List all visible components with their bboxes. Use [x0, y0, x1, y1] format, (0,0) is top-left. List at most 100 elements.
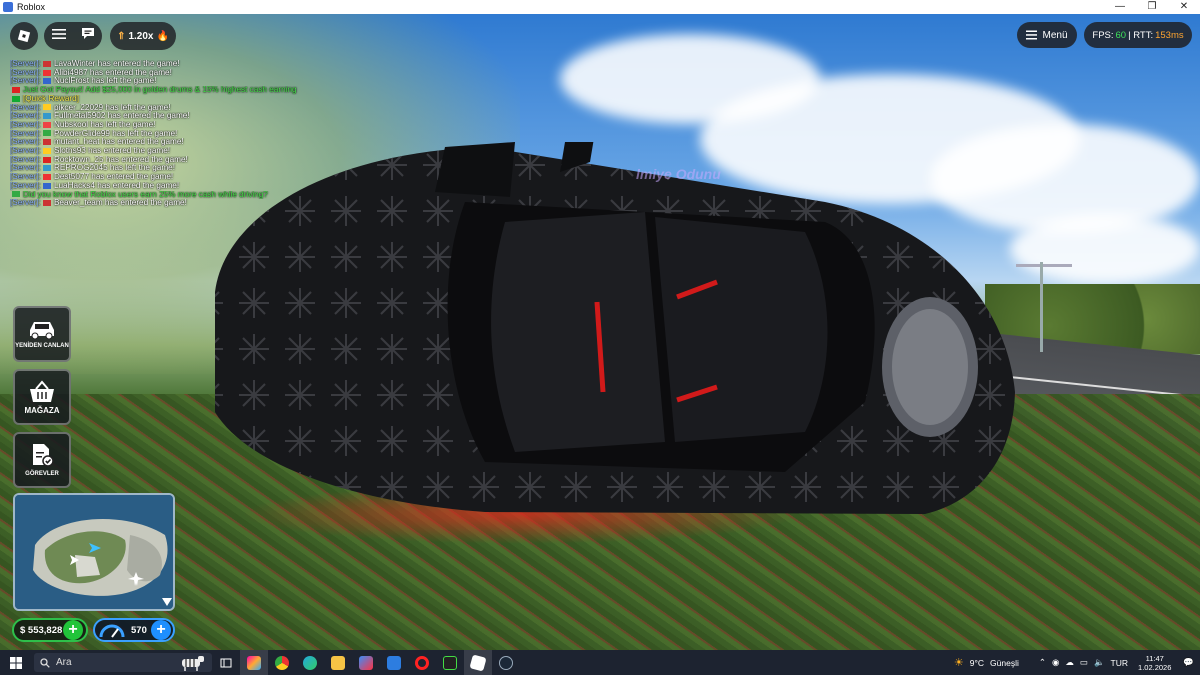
- chat-message: [Server]: Alibi4987 has entered the game!: [10, 69, 300, 78]
- country-flag-icon: [12, 95, 20, 102]
- folder-icon: [331, 655, 345, 670]
- taskbar-search[interactable]: Ara: [34, 653, 212, 672]
- chat-message-text: NuclFrost has left the game!: [53, 77, 157, 86]
- add-money-button[interactable]: +: [63, 620, 83, 640]
- shop-button[interactable]: MAĞAZA: [13, 369, 71, 425]
- chrome-icon: [275, 655, 289, 670]
- missions-label: GÖREVLER: [25, 471, 59, 477]
- task-view-button[interactable]: [212, 650, 240, 675]
- volume-icon[interactable]: 🔈: [1094, 657, 1105, 668]
- money-value: $ 553,828: [20, 624, 63, 636]
- boost-multiplier-badge[interactable]: ⇑ 1.20x 🔥: [110, 22, 176, 50]
- minimize-button[interactable]: —: [1104, 0, 1136, 14]
- network-icon[interactable]: ◉: [1052, 657, 1059, 668]
- shopping-basket-icon: [30, 380, 54, 402]
- taskbar-app-terminal[interactable]: [436, 650, 464, 675]
- chevron-up-icon[interactable]: ⌃: [1039, 657, 1046, 668]
- chat-message-text: LuaHacks4 has entered the game!: [53, 181, 180, 190]
- country-flag-icon: [42, 130, 51, 137]
- chat-message-text: Nubskool has left the game!: [53, 120, 156, 129]
- world-sign-text: lmiye Odunu: [636, 166, 721, 182]
- chat-icon[interactable]: [81, 27, 95, 45]
- hamburger-icon[interactable]: [51, 27, 66, 45]
- chat-message-prefix: [Server]:: [10, 147, 41, 156]
- chat-message-prefix: [Server]:: [10, 77, 41, 86]
- taskbar-app-edge[interactable]: [296, 650, 324, 675]
- chat-message-prefix: [Server]:: [10, 120, 41, 129]
- chat-message: [Server]: Sloths93 has entered the game!: [10, 147, 300, 156]
- rtt-label: | RTT:: [1128, 29, 1154, 41]
- taskbar-app-steam[interactable]: [492, 650, 520, 675]
- chat-message: [Server]: Beaver_team has entered the gam…: [10, 199, 300, 208]
- chat-message: [Server]: LavaWinter has entered the game…: [10, 60, 300, 69]
- taskbar-app-mail[interactable]: [380, 650, 408, 675]
- window-titlebar: Roblox — ❐ ✕: [0, 0, 1200, 14]
- chat-message-prefix: [Server]:: [10, 181, 41, 190]
- overturned-car[interactable]: [185, 142, 1015, 522]
- chat-message-text: Rocktown_25 has entered the game!: [53, 155, 188, 164]
- country-flag-icon: [12, 191, 20, 198]
- chat-message-text: Just Got Payout! Add $25,000 in golden d…: [23, 86, 297, 95]
- respawn-button[interactable]: YENİDEN CANLAN: [13, 306, 71, 362]
- street-lamp-arm: [1016, 264, 1072, 267]
- system-tray: ☀ 9°C Güneşli ⌃ ◉ ☁ ▭ 🔈 TUR 11:47 1.02.2…: [954, 654, 1200, 672]
- chat-message-prefix: [Server]:: [10, 138, 41, 147]
- add-speed-button[interactable]: +: [151, 620, 171, 640]
- chat-message-text: Alibi4987 has entered the game!: [53, 68, 172, 77]
- taskbar-app-copilot[interactable]: [240, 650, 268, 675]
- country-flag-icon: [42, 60, 51, 67]
- car-icon: [30, 322, 54, 340]
- chat-message: [Quick Reward]: [10, 95, 300, 104]
- menu-label: Menü: [1042, 29, 1068, 41]
- list-icon: [1026, 30, 1038, 40]
- chat-message-text: pikcer_22029 has left the game!: [53, 103, 171, 112]
- clock-time: 11:47: [1145, 653, 1164, 663]
- country-flag-icon: [42, 200, 51, 207]
- taskbar-app-explorer[interactable]: [324, 650, 352, 675]
- clock[interactable]: 11:47 1.02.2026: [1138, 654, 1171, 672]
- respawn-label: YENİDEN CANLAN: [15, 343, 69, 349]
- chat-message: [Server]: Fullmetal5902 has entered the g…: [10, 112, 300, 121]
- shop-label: MAĞAZA: [24, 406, 60, 415]
- chat-log: [Server]: LavaWinter has entered the game…: [10, 60, 300, 208]
- roblox-menu-button[interactable]: [10, 22, 38, 50]
- country-flag-icon: [42, 173, 51, 180]
- restore-button[interactable]: ❐: [1136, 0, 1168, 14]
- player-arrow-icon: [89, 543, 101, 553]
- taskbar-app-opera[interactable]: [408, 650, 436, 675]
- country-flag-icon: [42, 69, 51, 76]
- cloud-icon[interactable]: ☁: [1065, 657, 1074, 668]
- windows-logo-icon: [10, 656, 22, 669]
- weather-description: Güneşli: [990, 657, 1019, 668]
- chat-message-prefix: [Server]:: [10, 199, 41, 208]
- store-icon: [359, 655, 373, 670]
- window-title: Roblox: [17, 2, 46, 12]
- roblox-logo-icon: [17, 29, 31, 43]
- chat-message-prefix: [Server]:: [10, 103, 41, 112]
- chat-message-text: PowderGlide99 has left the game!: [53, 129, 178, 138]
- chat-message: Just Got Payout! Add $25,000 in golden d…: [10, 86, 300, 95]
- missions-button[interactable]: GÖREVLER: [13, 432, 71, 488]
- speedometer-icon: [99, 624, 125, 638]
- close-button[interactable]: ✕: [1168, 0, 1200, 14]
- weather-sun-icon[interactable]: ☀: [954, 656, 964, 669]
- start-button[interactable]: [0, 650, 32, 675]
- chat-message-text: Beaver_team has entered the game!: [53, 199, 187, 208]
- menu-button[interactable]: Menü: [1017, 22, 1077, 48]
- chat-message-prefix: [Server]:: [10, 129, 41, 138]
- taskbar-app-store[interactable]: [352, 650, 380, 675]
- taskbar-app-chrome[interactable]: [268, 650, 296, 675]
- display-icon[interactable]: ▭: [1080, 657, 1088, 668]
- country-flag-icon: [42, 139, 51, 146]
- country-flag-icon: [42, 165, 51, 172]
- minimap[interactable]: [13, 493, 175, 611]
- chat-message-text: mutant_heat has entered the game!: [53, 138, 184, 147]
- notification-icon[interactable]: 💬: [1183, 657, 1194, 668]
- country-flag-icon: [42, 113, 51, 120]
- language-indicator[interactable]: TUR: [1111, 658, 1128, 668]
- taskbar-app-roblox[interactable]: [464, 650, 492, 675]
- country-flag-icon: [42, 147, 51, 154]
- flame-icon: 🔥: [156, 30, 169, 42]
- chat-message: [Server]: pikcer_22029 has left the game!: [10, 104, 300, 113]
- chat-message: [Server]: NuclFrost has left the game!: [10, 77, 300, 86]
